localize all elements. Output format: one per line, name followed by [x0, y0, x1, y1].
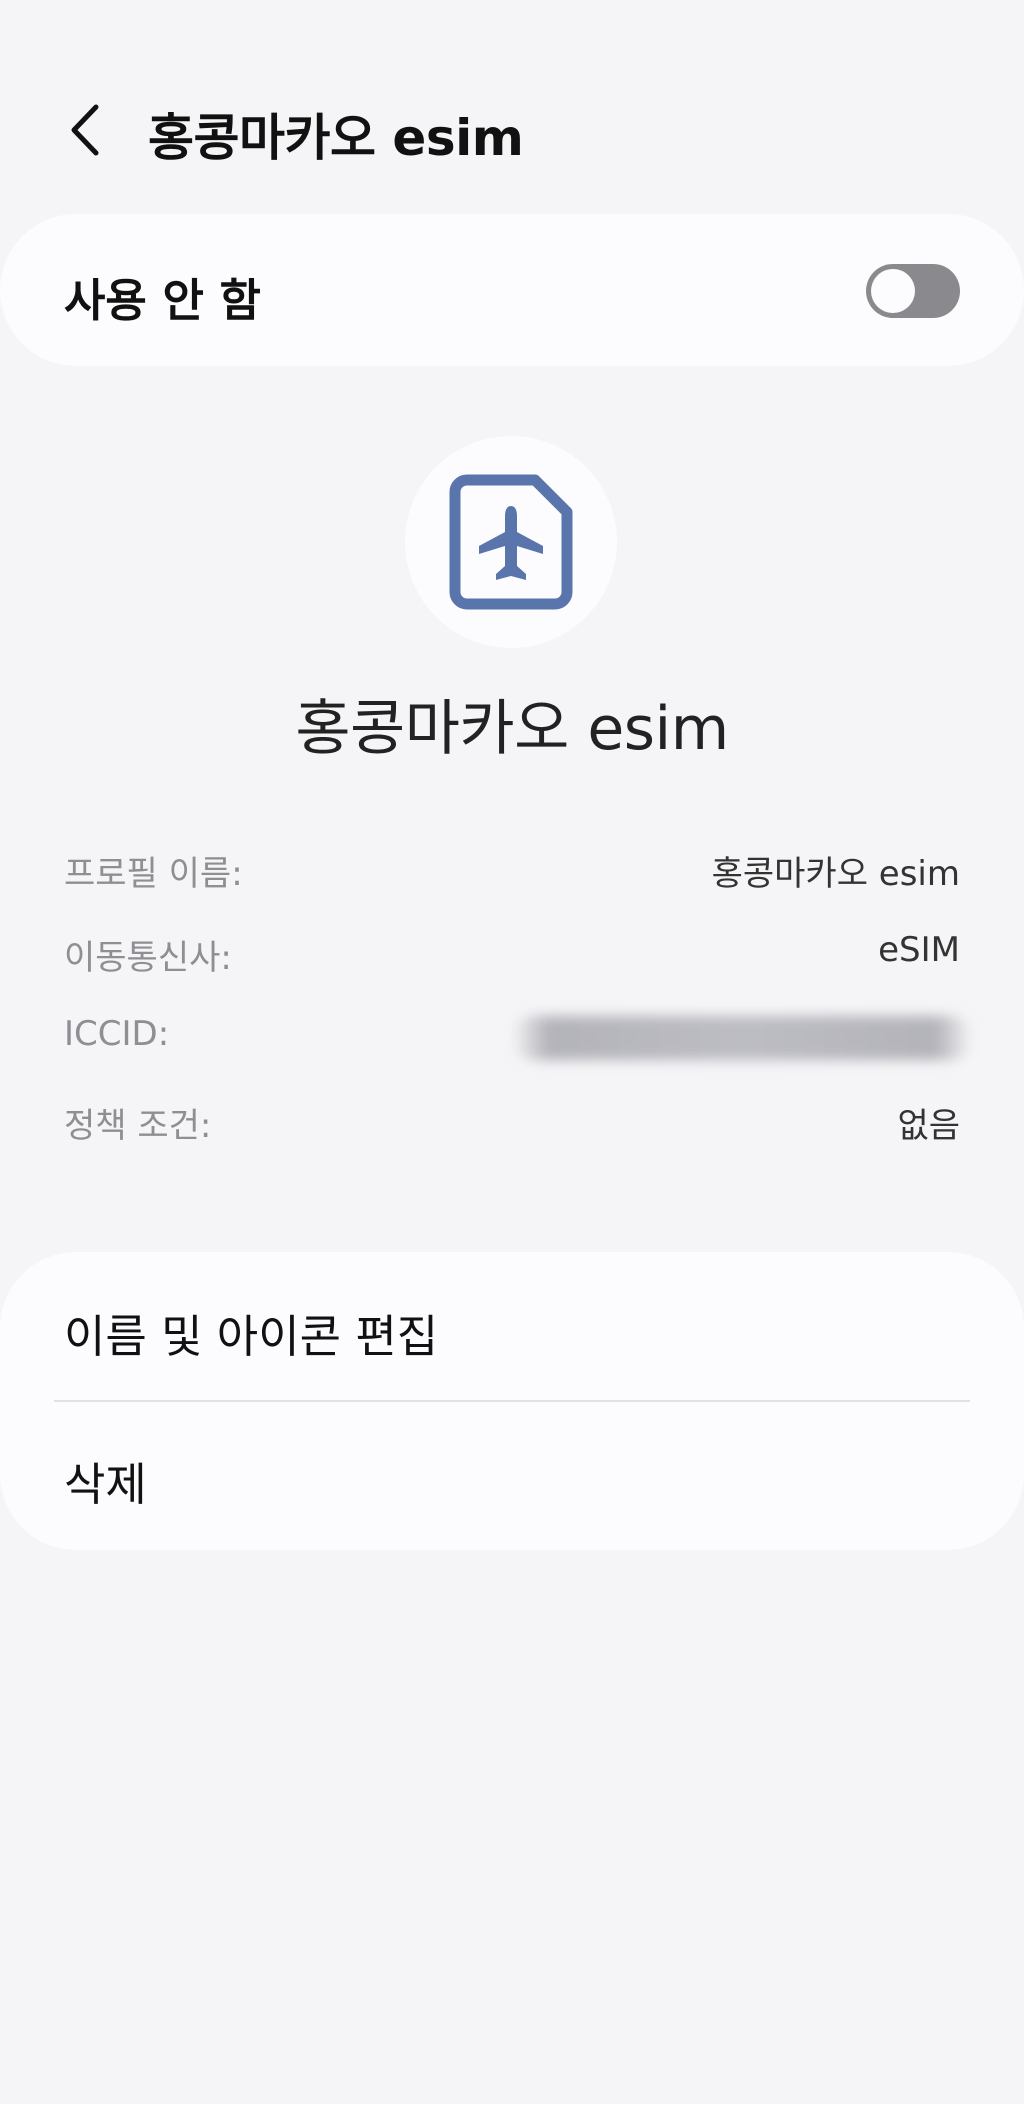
info-value: 홍콩마카오 esim [711, 854, 960, 894]
edit-name-icon-label: 이름 및 아이콘 편집 [64, 1310, 439, 1363]
info-label: 이동통신사: [64, 938, 232, 978]
esim-profile-avatar [405, 436, 617, 648]
info-row-carrier: 이동통신사: eSIM [64, 930, 960, 1014]
info-label: 정책 조건: [64, 1106, 212, 1146]
info-label: 프로필 이름: [64, 854, 243, 894]
switch-knob [871, 269, 915, 313]
profile-info-list: 프로필 이름: 홍콩마카오 esim 이동통신사: eSIM ICCID: 정책… [64, 846, 972, 1182]
esim-airplane-icon [449, 474, 573, 610]
info-label: ICCID: [64, 1014, 170, 1054]
edit-name-icon-button[interactable]: 이름 및 아이콘 편집 [0, 1252, 1024, 1400]
info-value: 없음 [897, 1106, 960, 1146]
iccid-redacted-value [512, 1016, 972, 1060]
info-value: eSIM [878, 930, 960, 970]
toggle-label: 사용 안 함 [64, 274, 261, 327]
info-row-profile-name: 프로필 이름: 홍콩마카오 esim [64, 846, 960, 930]
info-row-iccid: ICCID: [64, 1014, 972, 1098]
app-header: 홍콩마카오 esim [0, 80, 1024, 180]
profile-name: 홍콩마카오 esim [295, 694, 729, 764]
enable-toggle-card[interactable]: 사용 안 함 [0, 214, 1024, 366]
delete-label: 삭제 [64, 1458, 147, 1511]
page-title: 홍콩마카오 esim [148, 109, 524, 167]
info-row-policy: 정책 조건: 없음 [64, 1098, 960, 1182]
enable-switch[interactable] [866, 264, 960, 318]
actions-card: 이름 및 아이콘 편집 삭제 [0, 1252, 1024, 1550]
delete-button[interactable]: 삭제 [0, 1402, 1024, 1550]
back-button[interactable] [56, 100, 116, 160]
chevron-left-icon [71, 104, 99, 156]
